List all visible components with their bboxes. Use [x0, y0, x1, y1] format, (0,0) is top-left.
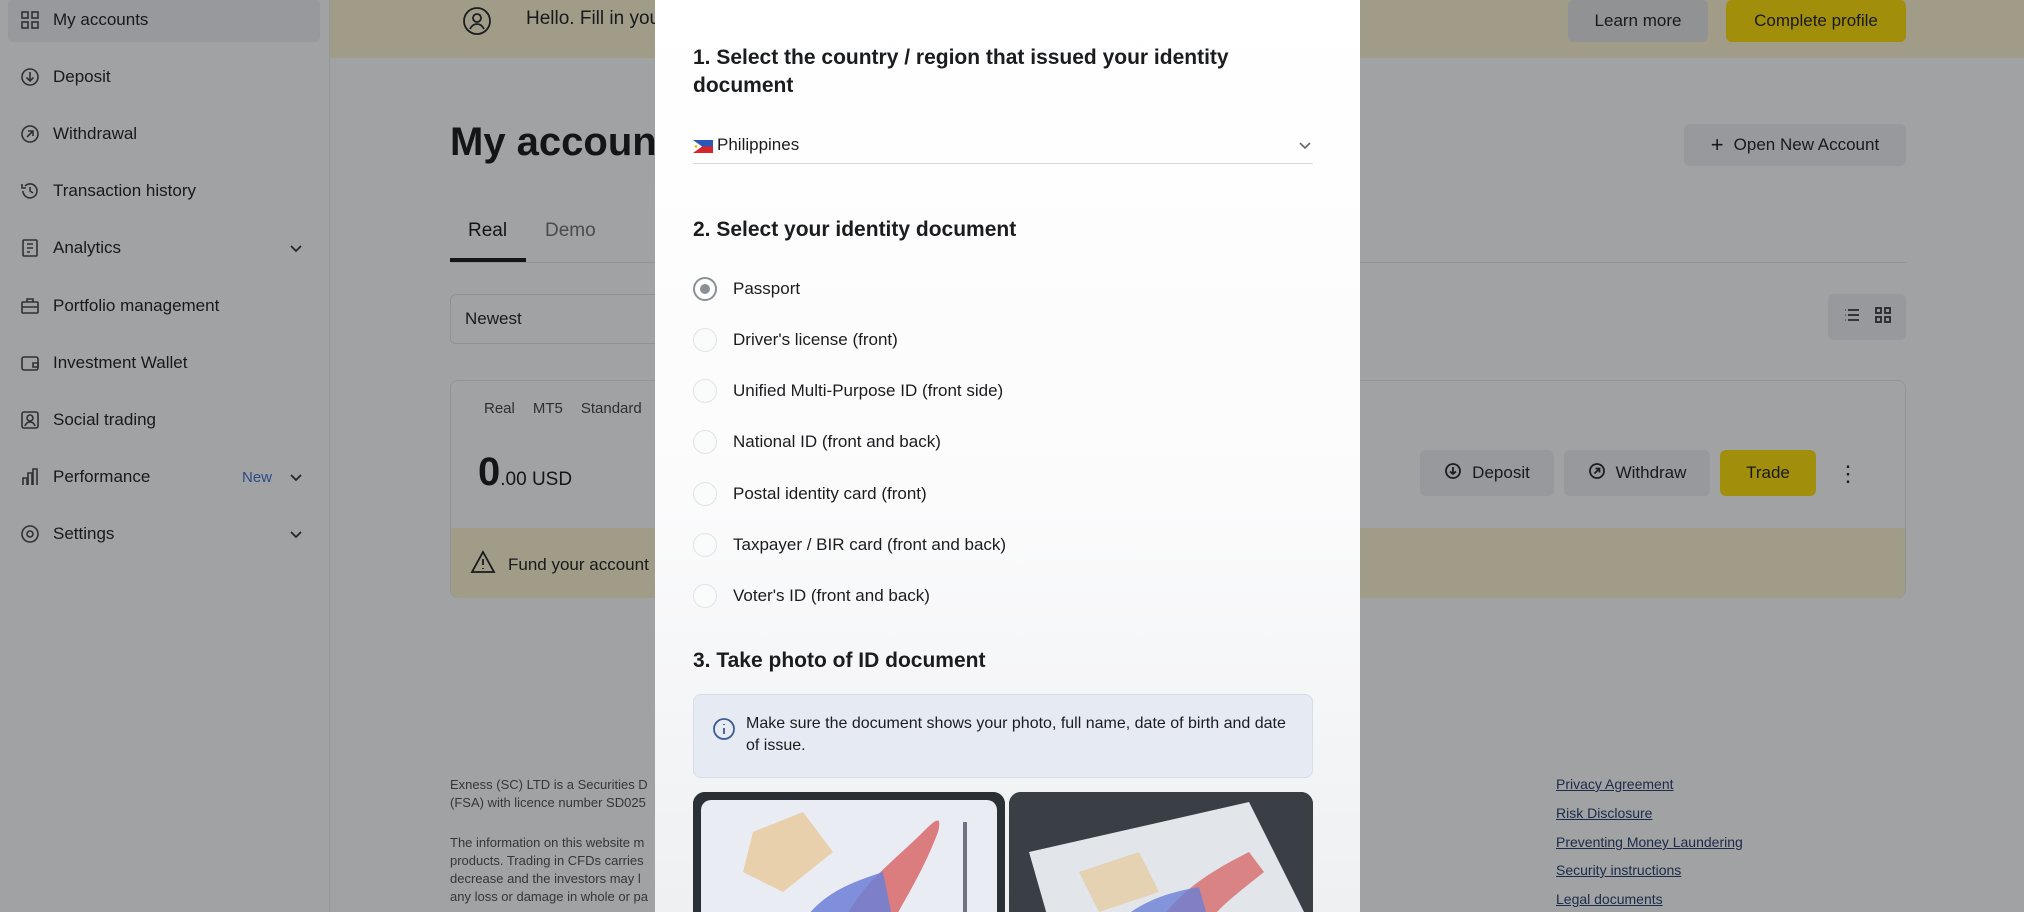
document-option-label: Taxpayer / BIR card (front and back) — [733, 535, 1007, 554]
chevron-down-icon[interactable] — [1297, 137, 1313, 153]
info-text: Make sure the document shows your photo,… — [746, 715, 1286, 754]
radio-button[interactable] — [693, 482, 717, 506]
document-option-drivers-license[interactable]: Driver's license (front) — [693, 326, 898, 354]
document-option-umid[interactable]: Unified Multi-Purpose ID (front side) — [693, 377, 1003, 405]
radio-button[interactable] — [693, 277, 717, 301]
document-option-postal-id[interactable]: Postal identity card (front) — [693, 480, 927, 508]
document-option-label: Driver's license (front) — [733, 330, 898, 349]
radio-button[interactable] — [693, 430, 717, 454]
philippines-flag-icon — [693, 138, 713, 153]
info-icon — [712, 717, 736, 741]
country-select[interactable]: Philippines — [693, 126, 1313, 164]
step1-title: 1. Select the country / region that issu… — [693, 46, 1229, 97]
radio-button[interactable] — [693, 328, 717, 352]
document-option-label: National ID (front and back) — [733, 432, 941, 451]
step2-title: 2. Select your identity document — [693, 218, 1017, 241]
photo-requirements-notice: Make sure the document shows your photo,… — [693, 694, 1313, 778]
document-option-label: Voter's ID (front and back) — [733, 586, 930, 605]
document-option-label: Unified Multi-Purpose ID (front side) — [733, 381, 1004, 400]
sample-id-photo-correct — [693, 792, 1005, 912]
sample-id-photo-incorrect — [1009, 792, 1313, 912]
radio-button[interactable] — [693, 584, 717, 608]
document-option-taxpayer-card[interactable]: Taxpayer / BIR card (front and back) — [693, 531, 1006, 559]
radio-button[interactable] — [693, 533, 717, 557]
radio-button[interactable] — [693, 379, 717, 403]
country-value: Philippines — [717, 134, 800, 154]
document-option-passport[interactable]: Passport — [693, 275, 800, 303]
step3-title: 3. Take photo of ID document — [693, 649, 986, 672]
document-option-national-id[interactable]: National ID (front and back) — [693, 428, 941, 456]
document-option-label: Passport — [733, 279, 801, 298]
document-option-label: Postal identity card (front) — [733, 484, 927, 503]
document-option-voters-id[interactable]: Voter's ID (front and back) — [693, 582, 930, 610]
identity-verification-modal: 1. Select the country / region that issu… — [655, 0, 1360, 912]
